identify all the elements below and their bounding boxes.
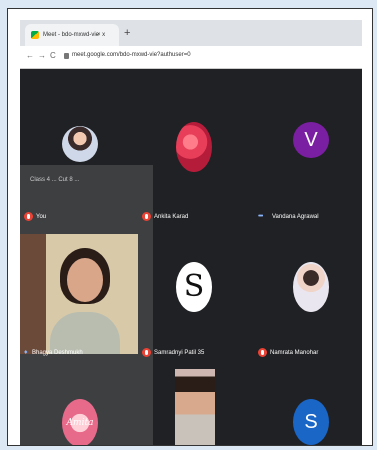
mic-on-icon: ♦: [24, 349, 27, 356]
address-bar[interactable]: ← → C meet.google.com/bdo-mxwd-vie?authu…: [20, 46, 362, 69]
overlay-text: Class 4 ... Cut 8 ...: [30, 177, 80, 183]
forward-icon[interactable]: →: [38, 51, 46, 60]
google-meet-icon: [31, 31, 39, 39]
new-tab-button[interactable]: +: [124, 24, 130, 42]
avatar-s: S: [293, 399, 329, 445]
avatar-you: [62, 126, 98, 162]
mic-off-icon: [142, 212, 151, 221]
reload-icon[interactable]: C: [50, 51, 56, 60]
avatar-amita: Amita: [62, 399, 98, 445]
video-bhagya: [20, 234, 138, 354]
participant-name-bhagya: Bhagya Deshmukh: [32, 350, 83, 356]
participant-name-samradnyi: Samradnyi Patil 35: [154, 350, 205, 356]
participant-name-vandana: Vandana Agrawal: [272, 214, 319, 220]
tab-title: Meet - bdo-mxwd-vie: [43, 32, 100, 38]
tab-bar: Meet - bdo-mxwd-vie × x +: [20, 20, 362, 46]
mic-off-icon: [24, 212, 33, 221]
avatar-participant-video: [175, 369, 215, 445]
speaking-icon: •••: [258, 213, 263, 220]
participant-name-ankita: Ankita Karad: [154, 214, 189, 220]
participant-name-namrata: Namrata Manohar: [270, 350, 319, 356]
mic-off-icon: [258, 348, 267, 357]
avatar-ankita: [176, 122, 212, 172]
tab-close-icon[interactable]: × x: [97, 24, 105, 46]
browser-window: Meet - bdo-mxwd-vie × x + ← → C meet.goo…: [20, 20, 362, 445]
mic-off-icon: [142, 348, 151, 357]
meet-grid: Class 4 ... Cut 8 ... You Ankita Karad V…: [20, 69, 362, 445]
tab-meet[interactable]: Meet - bdo-mxwd-vie × x: [25, 24, 119, 46]
avatar-namrata: [293, 262, 329, 312]
back-icon[interactable]: ←: [26, 51, 34, 60]
avatar-samradnyi: S: [176, 262, 212, 312]
url-text: meet.google.com/bdo-mxwd-vie?authuser=0: [72, 52, 191, 58]
participant-name-you: You: [36, 214, 47, 220]
avatar-vandana: V: [293, 122, 329, 158]
lock-icon: [64, 53, 69, 59]
